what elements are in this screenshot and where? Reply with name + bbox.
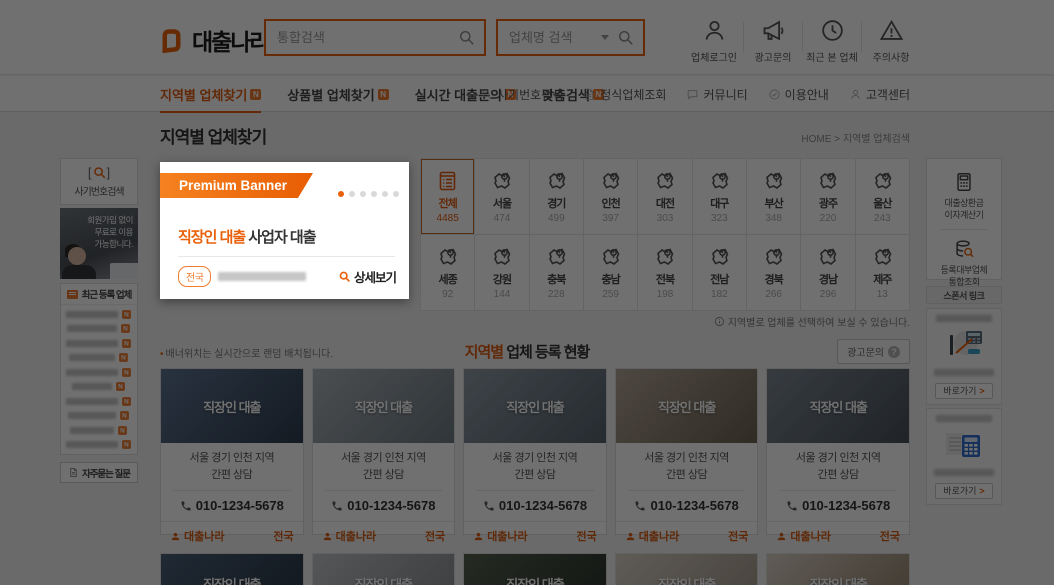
carousel-dots: [338, 191, 399, 197]
carousel-dot[interactable]: [371, 191, 377, 197]
premium-title: 직장인 대출 사업자 대출: [178, 226, 316, 247]
carousel-dot[interactable]: [382, 191, 388, 197]
dim-overlay: [0, 0, 1054, 585]
carousel-dot[interactable]: [349, 191, 355, 197]
carousel-dot[interactable]: [393, 191, 399, 197]
loan-nara-page: 대출나라 업체로그인 광고문의 최근 본 업체 주의사항 지역별 업체찾기 N …: [0, 0, 1054, 585]
carousel-dot[interactable]: [338, 191, 344, 197]
search-icon: [338, 270, 351, 283]
masked-phone-number: [218, 272, 306, 281]
region-badge: 전국: [178, 266, 211, 287]
carousel-dot[interactable]: [360, 191, 366, 197]
premium-banner[interactable]: Premium Banner 직장인 대출 사업자 대출 전국 상세보기: [160, 162, 409, 299]
detail-link[interactable]: 상세보기: [338, 267, 396, 286]
premium-ribbon: Premium Banner: [160, 173, 313, 198]
